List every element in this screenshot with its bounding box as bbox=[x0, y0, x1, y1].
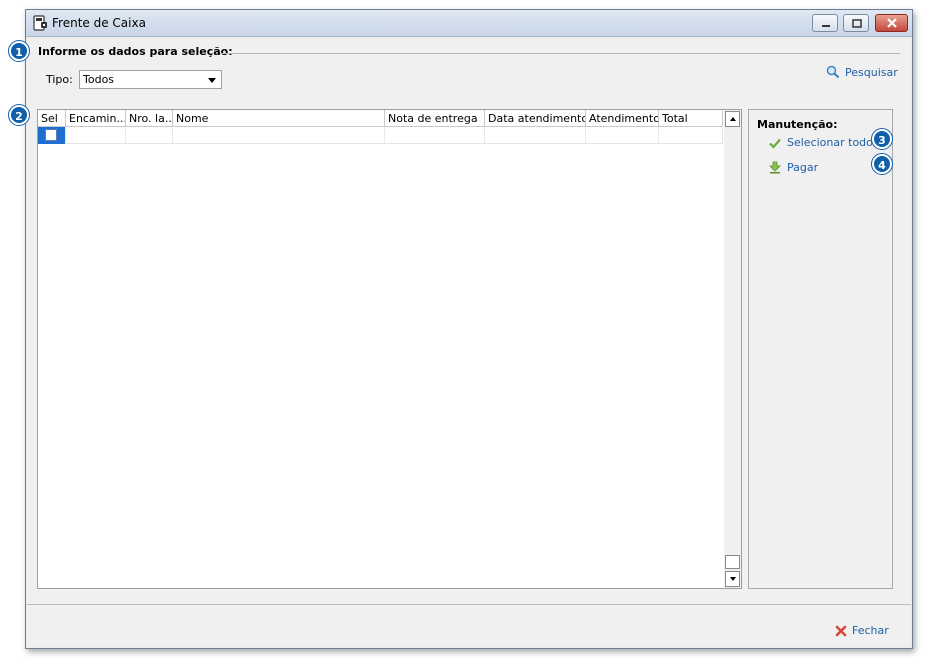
app-icon bbox=[33, 15, 47, 31]
results-grid[interactable]: Sel Encamin... Nro. la... Nome Nota de e… bbox=[37, 109, 742, 589]
callout-badge-3: 3 bbox=[872, 129, 892, 149]
maximize-icon bbox=[852, 19, 862, 28]
tipo-select[interactable]: Todos bbox=[79, 70, 222, 89]
pay-label: Pagar bbox=[787, 161, 819, 174]
scroll-down-button[interactable] bbox=[725, 571, 740, 587]
magnifier-icon bbox=[826, 65, 840, 79]
search-label: Pesquisar bbox=[845, 65, 898, 79]
close-button[interactable]: Fechar bbox=[835, 624, 889, 637]
table-row[interactable] bbox=[38, 127, 723, 144]
filter-section-title: Informe os dados para seleção: bbox=[38, 45, 233, 58]
title-bar[interactable]: Frente de Caixa bbox=[26, 10, 912, 37]
column-header[interactable]: Atendimento bbox=[586, 110, 659, 127]
footer-divider bbox=[27, 604, 911, 605]
table-cell[interactable] bbox=[659, 127, 723, 144]
panel-title: Manutenção: bbox=[757, 118, 838, 131]
arrow-down-icon bbox=[730, 577, 736, 581]
table-cell[interactable] bbox=[586, 127, 659, 144]
row-checkbox[interactable] bbox=[45, 129, 57, 141]
red-x-icon bbox=[835, 625, 847, 636]
column-header[interactable]: Sel bbox=[38, 110, 66, 127]
close-label: Fechar bbox=[852, 624, 889, 637]
window-title: Frente de Caixa bbox=[52, 16, 146, 30]
column-header[interactable]: Nro. la... bbox=[126, 110, 173, 127]
select-all-button[interactable]: Selecionar todos bbox=[769, 136, 879, 149]
vertical-scrollbar[interactable] bbox=[724, 109, 742, 589]
minimize-icon bbox=[822, 25, 830, 27]
search-button[interactable]: Pesquisar bbox=[826, 65, 898, 79]
minimize-button[interactable] bbox=[812, 14, 838, 32]
column-header[interactable]: Data atendimento bbox=[485, 110, 586, 127]
pay-button[interactable]: Pagar bbox=[769, 161, 818, 174]
main-window: Frente de Caixa Informe os dados para se… bbox=[25, 9, 913, 649]
callout-badge-1: 1 bbox=[9, 41, 29, 61]
window-content: Informe os dados para seleção: Tipo: Tod… bbox=[27, 38, 911, 647]
scroll-thumb[interactable] bbox=[725, 555, 740, 569]
select-all-label: Selecionar todos bbox=[787, 136, 879, 149]
table-cell[interactable] bbox=[66, 127, 126, 144]
tipo-selected-value: Todos bbox=[83, 73, 115, 86]
download-arrow-icon bbox=[769, 161, 781, 174]
table-cell[interactable] bbox=[385, 127, 485, 144]
maintenance-panel: Manutenção: Selecionar todos Pagar bbox=[748, 109, 893, 589]
arrow-up-icon bbox=[730, 117, 736, 121]
grid-header: Sel Encamin... Nro. la... Nome Nota de e… bbox=[38, 110, 723, 127]
column-header[interactable]: Total bbox=[659, 110, 723, 127]
column-header[interactable]: Encamin... bbox=[66, 110, 126, 127]
close-icon bbox=[887, 18, 897, 28]
table-cell[interactable] bbox=[485, 127, 586, 144]
column-header[interactable]: Nome bbox=[173, 110, 385, 127]
row-select-cell[interactable] bbox=[38, 127, 66, 144]
callout-badge-2: 2 bbox=[9, 105, 29, 125]
checkmark-icon bbox=[769, 138, 781, 149]
maximize-button[interactable] bbox=[843, 14, 869, 32]
callout-badge-4: 4 bbox=[872, 154, 892, 174]
chevron-down-icon bbox=[208, 78, 216, 83]
section-divider bbox=[220, 53, 900, 54]
close-window-button[interactable] bbox=[875, 14, 908, 32]
scroll-up-button[interactable] bbox=[725, 111, 740, 127]
tipo-label: Tipo: bbox=[46, 73, 73, 86]
table-cell[interactable] bbox=[173, 127, 385, 144]
column-header[interactable]: Nota de entrega bbox=[385, 110, 485, 127]
table-cell[interactable] bbox=[126, 127, 173, 144]
